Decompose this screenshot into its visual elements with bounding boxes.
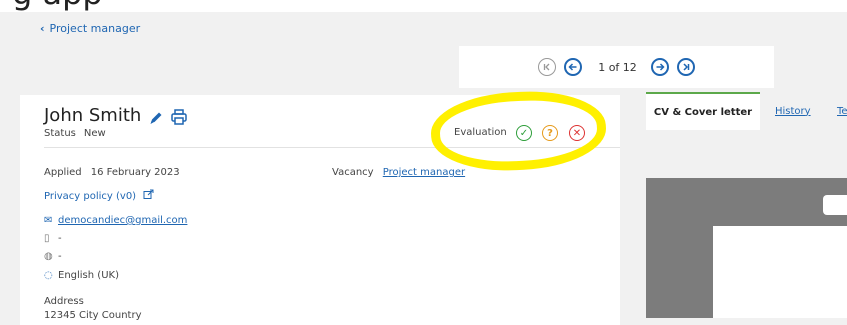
website-value: -	[58, 251, 62, 262]
page-counter: 1 of 12	[598, 60, 637, 74]
back-link-label: Project manager	[49, 22, 141, 35]
preview-toolbar-tab[interactable]	[823, 195, 847, 215]
language-icon: ◌	[44, 270, 53, 281]
print-icon[interactable]	[170, 108, 188, 126]
tab-history[interactable]: History	[775, 92, 811, 130]
external-link-icon	[143, 189, 154, 199]
back-link[interactable]: ‹ Project manager	[40, 22, 140, 35]
tab-partial[interactable]: Te	[837, 92, 847, 130]
phone-icon: ▯	[44, 233, 50, 244]
pagination-bar: 1 of 12	[459, 46, 774, 88]
first-page-button[interactable]	[538, 58, 557, 76]
vacancy-row: Vacancy Project manager	[332, 167, 465, 178]
globe-icon: ◍	[44, 251, 53, 262]
applied-date: 16 February 2023	[90, 167, 180, 178]
address-label: Address	[44, 296, 84, 307]
first-page-icon	[544, 63, 550, 71]
x-circle-icon[interactable]: ✕	[569, 125, 585, 141]
status-label: Status	[44, 128, 76, 139]
last-page-icon	[683, 63, 690, 71]
check-circle-icon[interactable]: ✓	[516, 125, 532, 141]
document-preview	[646, 178, 847, 318]
phone-row: ▯ -	[44, 233, 62, 244]
website-row: ◍ -	[44, 251, 62, 262]
tab-cv-cover-letter[interactable]: CV & Cover letter	[646, 92, 760, 130]
top-cropped-title: g app	[0, 0, 847, 12]
mail-icon: ✉	[44, 215, 53, 226]
arrow-left-icon	[568, 63, 577, 71]
privacy-policy-link[interactable]: Privacy policy (v0)	[44, 191, 136, 202]
arrow-right-icon	[656, 63, 665, 71]
applied-row: Applied 16 February 2023	[44, 167, 180, 178]
address-value: 12345 City Country	[44, 310, 142, 321]
applied-label: Applied	[44, 167, 82, 178]
candidate-name: John Smith	[44, 105, 142, 126]
status-row: Status New	[44, 128, 106, 139]
status-value: New	[83, 128, 106, 139]
evaluation-label: Evaluation	[454, 127, 507, 138]
phone-value: -	[58, 233, 62, 244]
header-divider	[44, 147, 620, 148]
question-circle-icon[interactable]: ?	[542, 125, 558, 141]
email-link[interactable]: democandiec@gmail.com	[58, 215, 187, 226]
chevron-left-icon: ‹	[40, 22, 45, 35]
privacy-policy-row[interactable]: Privacy policy (v0)	[44, 189, 154, 202]
vacancy-label: Vacancy	[332, 167, 374, 178]
email-row: ✉ democandiec@gmail.com	[44, 215, 187, 226]
last-page-button[interactable]	[676, 58, 695, 76]
document-tabs: CV & Cover letter History Te	[646, 92, 847, 130]
next-page-button[interactable]	[650, 58, 669, 76]
vacancy-link[interactable]: Project manager	[383, 167, 465, 178]
previous-page-button[interactable]	[564, 58, 583, 76]
edit-pencil-icon[interactable]	[148, 110, 164, 126]
app-title-partial: g app	[12, 0, 103, 12]
preview-page	[713, 226, 847, 318]
language-value: English (UK)	[58, 270, 119, 281]
language-row: ◌ English (UK)	[44, 270, 119, 281]
candidate-details-panel: John Smith Status New Evaluation ✓ ? ✕ Ap…	[20, 95, 620, 325]
